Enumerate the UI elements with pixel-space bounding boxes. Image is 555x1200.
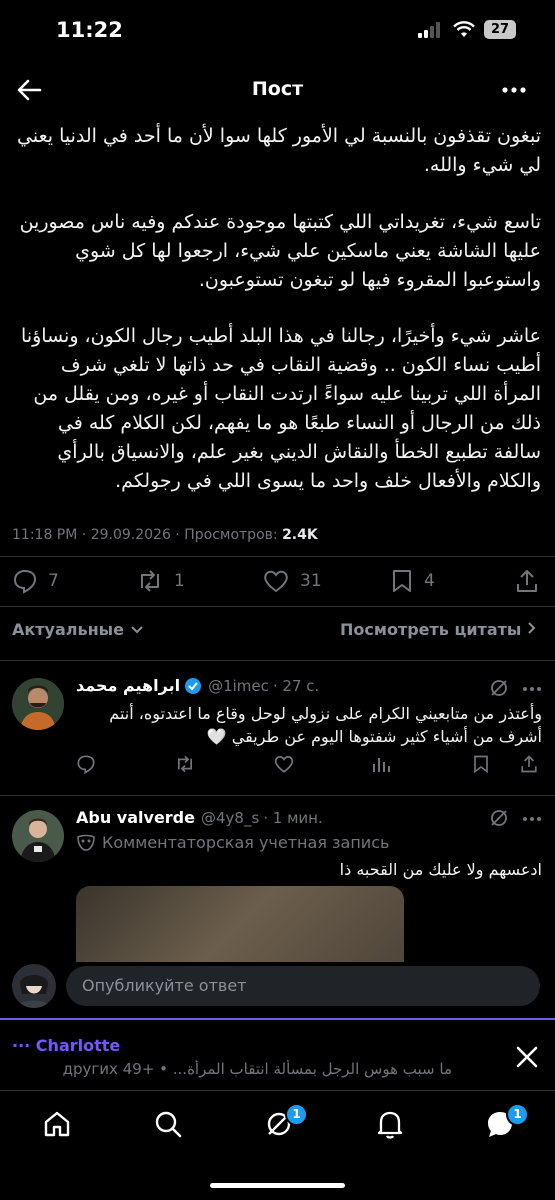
notifications-bell-icon[interactable] (375, 1108, 405, 1140)
battery-indicator: 27 (484, 20, 516, 39)
commentator-label-text: Комментаторская учетная запись (102, 833, 390, 852)
share-icon[interactable] (520, 754, 538, 774)
reply-age: · 1 мин. (263, 808, 323, 827)
like-count: 31 (300, 571, 322, 591)
verified-badge-icon (185, 677, 202, 694)
user-photo (12, 678, 64, 730)
author-name[interactable]: Abu valverde (76, 808, 195, 827)
wifi-icon (453, 21, 475, 37)
reply-item[interactable]: Abu valverde @4y8_s · 1 мин. Комментатор… (0, 796, 555, 962)
post-paragraph-3: عاشر شيء وأخيرًا، رجالنا في هذا البلد أط… (21, 325, 541, 492)
bookmark-icon (393, 570, 411, 592)
bookmark-icon[interactable] (472, 754, 490, 774)
attached-image[interactable] (76, 886, 404, 962)
sort-relevant-label: Актуальные (12, 620, 124, 639)
status-bar: 11:22 27 (0, 0, 555, 62)
home-indicator (210, 1183, 345, 1188)
reply-icon (13, 569, 37, 594)
repost-icon (141, 570, 159, 592)
top-bar: Пост (0, 62, 555, 118)
author-handle: @4y8_s (200, 808, 260, 827)
view-quotes-label: Посмотреть цитаты (340, 620, 522, 639)
reply-button[interactable]: 7 (12, 567, 59, 595)
grok-icon[interactable] (489, 808, 509, 828)
repost-icon[interactable] (174, 754, 196, 774)
heart-icon[interactable] (273, 754, 295, 774)
grok-icon[interactable] (489, 678, 509, 698)
reply-text: وأعتذر من متابعيني الكرام على نزولي لوحل… (109, 704, 542, 746)
reply-header: Abu valverde @4y8_s · 1 мин. (76, 808, 323, 827)
reply-input-placeholder[interactable]: Опубликуйте ответ (82, 976, 247, 995)
more-options-icon[interactable] (500, 76, 528, 104)
author-handle: @1imec (208, 676, 269, 695)
user-photo (12, 810, 64, 862)
view-quotes-link[interactable]: Посмотреть цитаты (340, 620, 537, 639)
reply-age: · 27 с. (272, 676, 320, 695)
post-meta: 11:18 PM · 29.09.2026 · Просмотров: 2.4K (12, 527, 318, 543)
divider (0, 556, 555, 557)
page-title: Пост (251, 78, 304, 100)
avatar[interactable] (12, 678, 64, 730)
bottom-tab-bar: 1 1 (0, 1090, 555, 1161)
bookmark-count: 4 (424, 571, 435, 591)
views-label: Просмотров: (184, 527, 278, 543)
views-count: 2.4K (282, 527, 318, 543)
commentator-label: Комментаторская учетная запись (76, 833, 389, 852)
like-button[interactable]: 31 (262, 567, 322, 595)
share-button[interactable] (515, 567, 539, 595)
grok-badge: 1 (285, 1103, 308, 1126)
more-options-icon[interactable] (522, 686, 542, 692)
analytics-icon[interactable] (371, 754, 391, 774)
reply-item[interactable]: ابراهيم محمد @1imec · 27 с. وأعتذر من مت… (0, 660, 555, 795)
user-photo (12, 964, 56, 1008)
chevron-right-icon (528, 622, 536, 634)
mask-icon (77, 834, 95, 851)
messages-badge: 1 (506, 1103, 529, 1126)
heart-icon (264, 570, 288, 593)
author-name[interactable]: ابراهيم محمد (76, 676, 180, 695)
close-icon[interactable] (514, 1044, 540, 1070)
post-paragraph-1: تبغون تقذفون بالنسبة لي الأمور كلها سوا … (17, 125, 541, 176)
reply-count: 7 (48, 571, 59, 591)
share-icon (517, 570, 537, 592)
reply-text: ادعسهم ولا عليك من القحبه ذا (339, 860, 542, 879)
home-icon[interactable] (42, 1109, 72, 1139)
status-time: 11:22 (56, 18, 123, 42)
dm-notification-bar[interactable]: ··· Charlotte ما سبب هوس الرجل بمسألة ان… (0, 1018, 555, 1092)
reply-icon[interactable] (76, 754, 96, 774)
avatar[interactable] (12, 964, 56, 1008)
reply-header: ابراهيم محمد @1imec · 27 с. (76, 676, 319, 695)
post-paragraph-2: تاسع شيء، تغريداتي اللي كتبتها موجودة عن… (19, 211, 541, 291)
sort-relevant-button[interactable]: Актуальные (12, 620, 144, 639)
reply-composer: Опубликуйте ответ (0, 962, 555, 1018)
cellular-signal-icon (418, 22, 440, 38)
repost-count: 1 (174, 571, 185, 591)
post-date: 29.09.2026 (90, 527, 171, 543)
bookmark-button[interactable]: 4 (390, 567, 435, 595)
dm-subtitle: ما سبب هوس الرجل بمسألة انتقاب المرأة...… (62, 1060, 452, 1078)
chevron-down-icon (130, 626, 143, 634)
more-options-icon[interactable] (522, 816, 542, 822)
dm-title: ··· Charlotte (12, 1036, 121, 1055)
search-icon[interactable] (153, 1109, 183, 1139)
divider (0, 606, 555, 607)
repost-button[interactable]: 1 (136, 567, 185, 595)
post-time: 11:18 PM (12, 527, 78, 543)
avatar[interactable] (12, 810, 64, 862)
